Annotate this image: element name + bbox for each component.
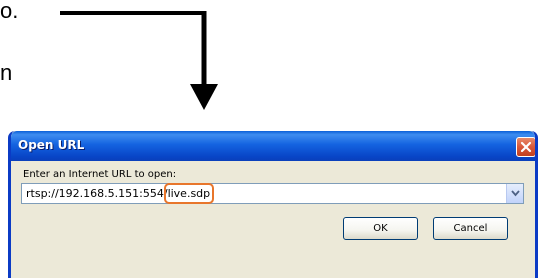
url-value[interactable]: rtsp://192.168.5.151:554/live.sdp xyxy=(26,183,215,204)
close-icon xyxy=(520,141,532,153)
url-highlight-box: live.sdp xyxy=(163,183,215,204)
url-input[interactable]: rtsp://192.168.5.151:554/live.sdp xyxy=(21,183,524,204)
dialog-body: Enter an Internet URL to open: rtsp://19… xyxy=(11,161,535,278)
ok-button[interactable]: OK xyxy=(343,217,418,240)
url-dropdown-button[interactable] xyxy=(506,184,523,203)
document-text-fragment: o. xyxy=(0,0,19,23)
close-button[interactable] xyxy=(516,137,535,157)
callout-arrow xyxy=(60,11,218,110)
open-url-dialog: Open URL Enter an Internet URL to open: … xyxy=(8,131,538,278)
chevron-down-icon xyxy=(511,190,520,197)
document-text-fragment: n xyxy=(0,60,13,85)
url-prefix: rtsp://192.168.5.151:554/ xyxy=(26,187,168,200)
dialog-title-bar[interactable]: Open URL xyxy=(11,131,535,161)
cancel-button[interactable]: Cancel xyxy=(433,217,508,240)
dialog-title: Open URL xyxy=(18,138,85,152)
url-prompt-label: Enter an Internet URL to open: xyxy=(23,169,177,180)
